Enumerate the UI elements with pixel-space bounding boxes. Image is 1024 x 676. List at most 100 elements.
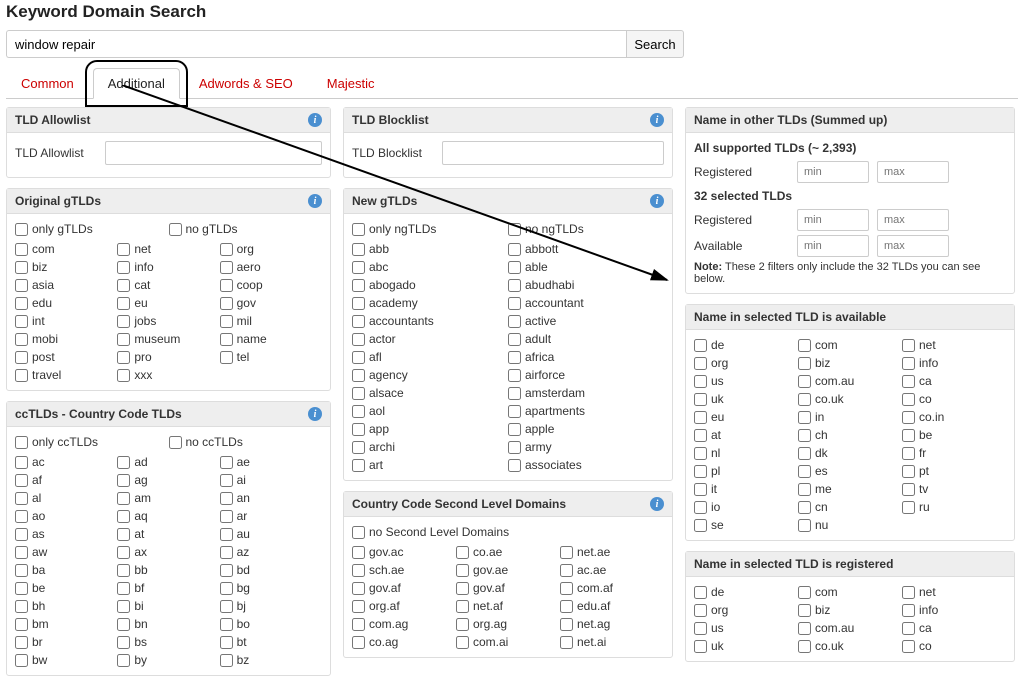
chk-aw[interactable]: aw bbox=[15, 545, 117, 559]
chk-co-uk[interactable]: co.uk bbox=[798, 639, 902, 653]
chk-org-af[interactable]: org.af bbox=[352, 599, 456, 613]
chk-actor[interactable]: actor bbox=[352, 332, 508, 346]
chk-apartments[interactable]: apartments bbox=[508, 404, 664, 418]
chk-nl[interactable]: nl bbox=[694, 446, 798, 460]
chk-alsace[interactable]: alsace bbox=[352, 386, 508, 400]
chk-bb[interactable]: bb bbox=[117, 563, 219, 577]
chk-com-ai[interactable]: com.ai bbox=[456, 635, 560, 649]
chk-dk[interactable]: dk bbox=[798, 446, 902, 460]
chk-net[interactable]: net bbox=[902, 585, 1006, 599]
chk-cat[interactable]: cat bbox=[117, 278, 219, 292]
chk-gov-ae[interactable]: gov.ae bbox=[456, 563, 560, 577]
chk-ca[interactable]: ca bbox=[902, 374, 1006, 388]
chk-bh[interactable]: bh bbox=[15, 599, 117, 613]
chk-no-gtlds[interactable]: no gTLDs bbox=[169, 222, 323, 236]
chk-mobi[interactable]: mobi bbox=[15, 332, 117, 346]
tld-blocklist-input[interactable] bbox=[442, 141, 664, 165]
sel-avail-min[interactable] bbox=[797, 235, 869, 257]
chk-am[interactable]: am bbox=[117, 491, 219, 505]
chk-us[interactable]: us bbox=[694, 621, 798, 635]
chk-bj[interactable]: bj bbox=[220, 599, 322, 613]
chk-archi[interactable]: archi bbox=[352, 440, 508, 454]
chk-uk[interactable]: uk bbox=[694, 639, 798, 653]
chk-accountants[interactable]: accountants bbox=[352, 314, 508, 328]
chk-fr[interactable]: fr bbox=[902, 446, 1006, 460]
chk-be[interactable]: be bbox=[15, 581, 117, 595]
chk-bf[interactable]: bf bbox=[117, 581, 219, 595]
info-icon[interactable]: i bbox=[308, 113, 322, 127]
chk-gov-af[interactable]: gov.af bbox=[456, 581, 560, 595]
chk-com-af[interactable]: com.af bbox=[560, 581, 664, 595]
chk-org[interactable]: org bbox=[220, 242, 322, 256]
chk-ae[interactable]: ae bbox=[220, 455, 322, 469]
chk-amsterdam[interactable]: amsterdam bbox=[508, 386, 664, 400]
chk-post[interactable]: post bbox=[15, 350, 117, 364]
chk-net[interactable]: net bbox=[117, 242, 219, 256]
chk-academy[interactable]: academy bbox=[352, 296, 508, 310]
chk-ca[interactable]: ca bbox=[902, 621, 1006, 635]
chk-bi[interactable]: bi bbox=[117, 599, 219, 613]
chk-co-uk[interactable]: co.uk bbox=[798, 392, 902, 406]
chk-active[interactable]: active bbox=[508, 314, 664, 328]
chk-net-ae[interactable]: net.ae bbox=[560, 545, 664, 559]
chk-net-ag[interactable]: net.ag bbox=[560, 617, 664, 631]
chk-jobs[interactable]: jobs bbox=[117, 314, 219, 328]
chk-cn[interactable]: cn bbox=[798, 500, 902, 514]
chk-an[interactable]: an bbox=[220, 491, 322, 505]
chk-al[interactable]: al bbox=[15, 491, 117, 505]
chk-no-ngtlds[interactable]: no ngTLDs bbox=[508, 222, 664, 236]
chk-museum[interactable]: museum bbox=[117, 332, 219, 346]
chk-gov-ac[interactable]: gov.ac bbox=[352, 545, 456, 559]
chk-co-ae[interactable]: co.ae bbox=[456, 545, 560, 559]
tab-majestic[interactable]: Majestic bbox=[312, 68, 390, 98]
chk-abbott[interactable]: abbott bbox=[508, 242, 664, 256]
info-icon[interactable]: i bbox=[308, 407, 322, 421]
chk-no-cctlds[interactable]: no ccTLDs bbox=[169, 435, 323, 449]
chk-eu[interactable]: eu bbox=[117, 296, 219, 310]
info-icon[interactable]: i bbox=[650, 497, 664, 511]
chk-pro[interactable]: pro bbox=[117, 350, 219, 364]
chk-app[interactable]: app bbox=[352, 422, 508, 436]
chk-only-gtlds[interactable]: only gTLDs bbox=[15, 222, 169, 236]
chk-net[interactable]: net bbox=[902, 338, 1006, 352]
keyword-search-input[interactable] bbox=[6, 30, 626, 58]
chk-az[interactable]: az bbox=[220, 545, 322, 559]
chk-be[interactable]: be bbox=[902, 428, 1006, 442]
chk-able[interactable]: able bbox=[508, 260, 664, 274]
tab-common[interactable]: Common bbox=[6, 68, 89, 98]
chk-only-cctlds[interactable]: only ccTLDs bbox=[15, 435, 169, 449]
chk-biz[interactable]: biz bbox=[798, 356, 902, 370]
chk-co[interactable]: co bbox=[902, 392, 1006, 406]
chk-se[interactable]: se bbox=[694, 518, 798, 532]
chk-pt[interactable]: pt bbox=[902, 464, 1006, 478]
chk-no-sld[interactable]: no Second Level Domains bbox=[352, 525, 664, 539]
chk-io[interactable]: io bbox=[694, 500, 798, 514]
chk-army[interactable]: army bbox=[508, 440, 664, 454]
chk-airforce[interactable]: airforce bbox=[508, 368, 664, 382]
chk-edu-af[interactable]: edu.af bbox=[560, 599, 664, 613]
chk-africa[interactable]: africa bbox=[508, 350, 664, 364]
chk-tv[interactable]: tv bbox=[902, 482, 1006, 496]
chk-abudhabi[interactable]: abudhabi bbox=[508, 278, 664, 292]
chk-bd[interactable]: bd bbox=[220, 563, 322, 577]
chk-au[interactable]: au bbox=[220, 527, 322, 541]
chk-net-af[interactable]: net.af bbox=[456, 599, 560, 613]
chk-ch[interactable]: ch bbox=[798, 428, 902, 442]
chk-bs[interactable]: bs bbox=[117, 635, 219, 649]
chk-as[interactable]: as bbox=[15, 527, 117, 541]
chk-com[interactable]: com bbox=[798, 585, 902, 599]
chk-only-ngtlds[interactable]: only ngTLDs bbox=[352, 222, 508, 236]
chk-by[interactable]: by bbox=[117, 653, 219, 667]
chk-bm[interactable]: bm bbox=[15, 617, 117, 631]
chk-name[interactable]: name bbox=[220, 332, 322, 346]
chk-com-au[interactable]: com.au bbox=[798, 374, 902, 388]
chk-ar[interactable]: ar bbox=[220, 509, 322, 523]
tab-additional[interactable]: Additional bbox=[93, 68, 180, 99]
chk-me[interactable]: me bbox=[798, 482, 902, 496]
chk-aero[interactable]: aero bbox=[220, 260, 322, 274]
chk-ao[interactable]: ao bbox=[15, 509, 117, 523]
info-icon[interactable]: i bbox=[650, 194, 664, 208]
chk-at[interactable]: at bbox=[117, 527, 219, 541]
chk-de[interactable]: de bbox=[694, 338, 798, 352]
chk-us[interactable]: us bbox=[694, 374, 798, 388]
